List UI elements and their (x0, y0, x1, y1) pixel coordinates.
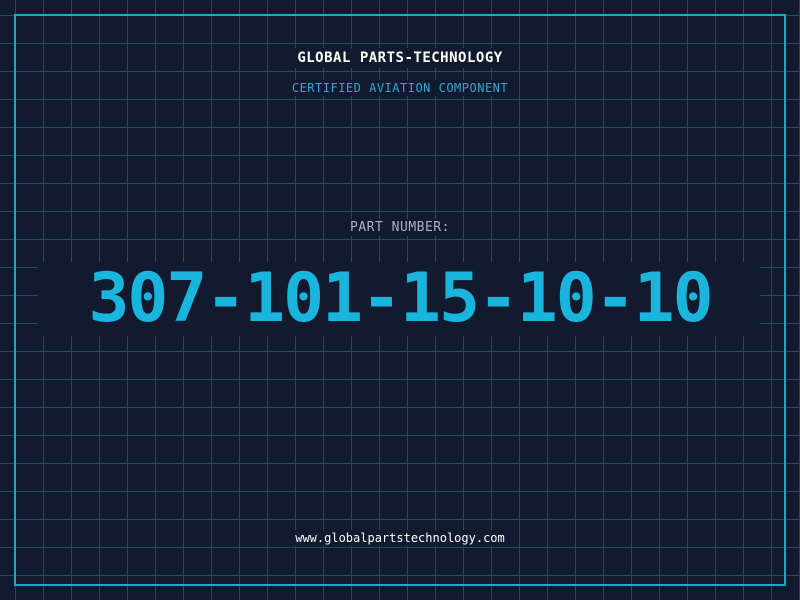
website-link[interactable]: www.globalpartstechnology.com (289, 530, 511, 546)
brand-tagline-row: CERTIFIED AVIATION COMPONENT (0, 80, 800, 96)
part-number-label-row: PART NUMBER: (0, 219, 800, 236)
brand-header: GLOBAL PARTS-TECHNOLOGY (0, 48, 800, 68)
part-number-value: 307-101-15-10-10 (88, 259, 713, 338)
brand-name: GLOBAL PARTS-TECHNOLOGY (291, 48, 509, 68)
footer-website-row: www.globalpartstechnology.com (0, 530, 800, 546)
brand-tagline: CERTIFIED AVIATION COMPONENT (285, 80, 515, 96)
part-number-label: PART NUMBER: (344, 219, 456, 236)
